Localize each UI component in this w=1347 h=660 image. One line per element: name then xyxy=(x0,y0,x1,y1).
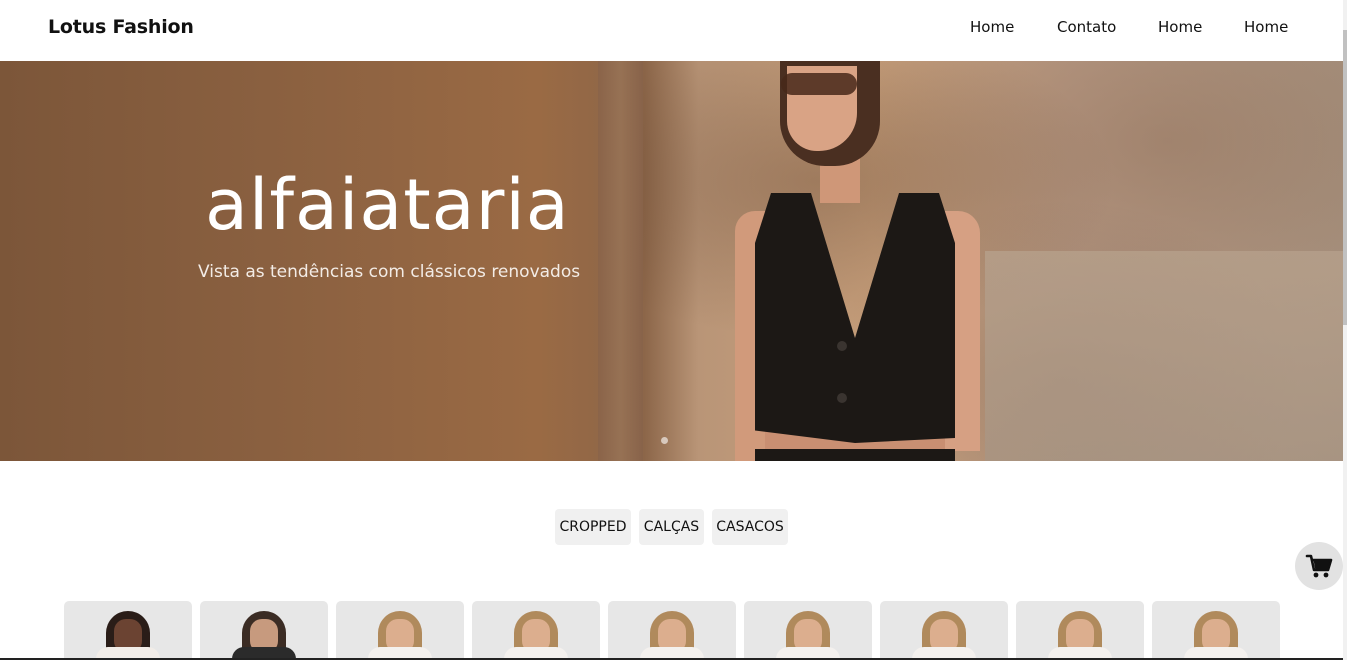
hero-subtitle: Vista as tendências com clássicos renova… xyxy=(198,262,581,282)
page-scrollbar[interactable] xyxy=(1343,0,1347,660)
hero-background-pillar xyxy=(598,61,643,461)
vest-button xyxy=(837,393,847,403)
product-card[interactable] xyxy=(64,601,192,660)
nav-link-home-2[interactable]: Home xyxy=(1158,18,1202,36)
category-button-cropped[interactable]: CROPPED xyxy=(555,509,631,545)
product-card[interactable] xyxy=(1152,601,1280,660)
brand-logo[interactable]: Lotus Fashion xyxy=(48,16,194,38)
product-card[interactable] xyxy=(744,601,872,660)
product-card[interactable] xyxy=(608,601,736,660)
hero-background-panel xyxy=(985,251,1343,461)
hero-model-image xyxy=(725,61,985,461)
hero-banner[interactable]: alfaiataria Vista as tendências com clás… xyxy=(0,61,1343,461)
hero-title: alfaiataria xyxy=(205,164,570,246)
cart-icon xyxy=(1305,554,1333,578)
nav-link-home[interactable]: Home xyxy=(970,18,1014,36)
cart-button[interactable] xyxy=(1295,542,1343,590)
nav-link-home-3[interactable]: Home xyxy=(1244,18,1288,36)
model-vest xyxy=(755,193,955,443)
navbar: Lotus Fashion Home Contato Home Home xyxy=(0,0,1343,61)
vest-button xyxy=(837,341,847,351)
carousel-indicator-dot[interactable] xyxy=(661,437,668,444)
product-card[interactable] xyxy=(200,601,328,660)
category-button-casacos[interactable]: CASACOS xyxy=(712,509,788,545)
scrollbar-thumb[interactable] xyxy=(1343,30,1347,325)
model-sunglasses xyxy=(781,73,857,95)
product-card[interactable] xyxy=(1016,601,1144,660)
product-card[interactable] xyxy=(336,601,464,660)
model-pants xyxy=(755,449,955,461)
nav-link-contato[interactable]: Contato xyxy=(1057,18,1116,36)
product-card[interactable] xyxy=(880,601,1008,660)
product-card[interactable] xyxy=(472,601,600,660)
category-button-calcas[interactable]: CALÇAS xyxy=(639,509,704,545)
